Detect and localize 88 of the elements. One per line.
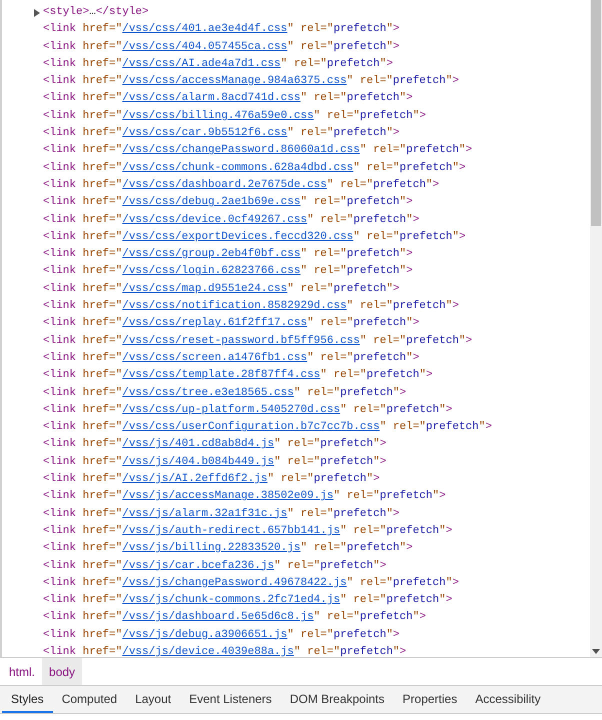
- code-line: <link href="/vss/css/car.9b5512f6.css" rel="prefetch">: [43, 126, 400, 142]
- link[interactable]: /vss/css/tree.e3e18565.css: [122, 386, 294, 399]
- code-line: <link href="/vss/css/up-platform.5405270d.css" rel="prefetch">: [43, 402, 452, 418]
- link[interactable]: /vss/css/accessManage.984a6375.css: [122, 75, 347, 88]
- code-line: <link href="/vss/css/screen.a1476fb1.css" rel="prefetch">: [43, 350, 420, 366]
- link[interactable]: /vss/css/401.ae3e4d4f.css: [122, 23, 288, 36]
- code-line: <link href="/vss/js/AI.2effd6f2.js" rel="prefetch">: [43, 472, 380, 488]
- code-line: <link href="/vss/js/dashboard.5e65d6c8.js" rel="prefetch">: [43, 610, 426, 626]
- link[interactable]: /vss/css/car.9b5512f6.css: [122, 127, 288, 140]
- code-line: <link href="/vss/js/alarm.32a1f31c.js" rel="prefetch">: [43, 506, 400, 522]
- scroll-down-icon[interactable]: [592, 649, 600, 654]
- code-line: <link href="/vss/js/accessManage.38502e09.js" rel="prefetch">: [43, 489, 446, 504]
- breadcrumb[interactable]: html.: [2, 658, 42, 685]
- code-line: <link href="/vss/js/404.b084b449.js" rel="prefetch">: [43, 454, 386, 470]
- link[interactable]: /vss/js/alarm.32a1f31c.js: [122, 508, 288, 520]
- link[interactable]: /vss/css/template.28f87ff4.css: [122, 369, 320, 382]
- code-line: <link href="/vss/css/404.057455ca.css" rel="prefetch">: [43, 40, 400, 55]
- code-line: <link href="/vss/css/dashboard.2e7675de.css" rel="prefetch">: [43, 178, 440, 193]
- expand-triangle-icon[interactable]: [34, 9, 40, 17]
- link[interactable]: /vss/js/debug.a3906651.js: [122, 628, 288, 641]
- code-line: <link href="/vss/css/401.ae3e4d4f.css" rel="prefetch">: [43, 22, 400, 38]
- link[interactable]: /vss/css/exportDevices.feccd320.css: [122, 230, 354, 243]
- tab[interactable]: Accessibility: [466, 686, 550, 713]
- code-line: <link href="/vss/js/debug.a3906651.js" rel="prefetch">: [43, 628, 400, 643]
- link[interactable]: /vss/js/404.b084b449.js: [122, 456, 274, 468]
- link[interactable]: /vss/js/401.cd8ab8d4.js: [122, 438, 274, 450]
- code-line: <link href="/vss/js/car.bcefa236.js" rel="prefetch">: [43, 558, 386, 574]
- code-line: <link href="/vss/css/debug.2ae1b69e.css" rel="prefetch">: [43, 195, 413, 210]
- tab[interactable]: DOM Breakpoints: [280, 686, 394, 713]
- code-line: <link href="/vss/css/chunk-commons.628a4dbd.css" rel="prefetch">: [43, 160, 466, 176]
- link[interactable]: /vss/css/alarm.8acd741d.css: [122, 92, 300, 104]
- code-line: <link href="/vss/css/changePassword.86060a1d.css" rel="prefetch">: [43, 143, 472, 158]
- link[interactable]: /vss/js/car.bcefa236.js: [122, 560, 274, 572]
- code-line: <link href="/vss/js/chunk-commons.2fc71ed4.js" rel="prefetch">: [43, 593, 452, 608]
- code-line: <link href="/vss/css/billing.476a59e0.css" rel="prefetch">: [43, 108, 426, 124]
- code-line: <link href="/vss/js/changePassword.49678422.js" rel="prefetch">: [43, 576, 459, 591]
- link[interactable]: /vss/css/notification.8582929d.css: [122, 300, 347, 312]
- link[interactable]: /vss/js/auth-redirect.657bb141.js: [122, 524, 340, 537]
- link[interactable]: /vss/css/debug.2ae1b69e.css: [122, 196, 300, 208]
- code-line: <link href="/vss/css/login.62823766.css" rel="prefetch">: [43, 264, 413, 280]
- code-line: <style>…</style>: [43, 5, 149, 20]
- link[interactable]: /vss/js/accessManage.38502e09.js: [122, 490, 334, 502]
- code-line: <link href="/vss/js/401.cd8ab8d4.js" rel="prefetch">: [43, 437, 386, 452]
- code-line: <link href="/vss/css/template.28f87ff4.css" rel="prefetch">: [43, 368, 433, 384]
- link[interactable]: /vss/css/replay.61f2ff17.css: [122, 317, 308, 330]
- link[interactable]: /vss/css/group.2eb4f0bf.css: [122, 248, 300, 260]
- code-line: <link href="/vss/css/device.0cf49267.css" rel="prefetch">: [43, 212, 420, 228]
- link[interactable]: /vss/js/AI.2effd6f2.js: [122, 473, 268, 486]
- link[interactable]: /vss/js/changePassword.49678422.js: [122, 576, 347, 589]
- link[interactable]: /vss/css/login.62823766.css: [122, 265, 300, 278]
- code-line: <link href="/vss/css/notification.8582929d.css" rel="prefetch">: [43, 299, 459, 314]
- link[interactable]: /vss/js/billing.22833520.js: [122, 542, 300, 554]
- link[interactable]: /vss/css/chunk-commons.628a4dbd.css: [122, 162, 354, 174]
- link[interactable]: /vss/css/AI.ade4a7d1.css: [122, 58, 281, 70]
- link[interactable]: /vss/js/device.4039e88a.js: [122, 646, 294, 657]
- code-line: <link href="/vss/css/accessManage.984a6375.css" rel="prefetch">: [43, 74, 459, 90]
- scrollbar[interactable]: [590, 0, 602, 657]
- link[interactable]: /vss/css/reset-password.bf5ff956.css: [122, 334, 360, 347]
- link[interactable]: /vss/css/screen.a1476fb1.css: [122, 352, 308, 364]
- link[interactable]: /vss/css/map.d9551e24.css: [122, 282, 288, 295]
- link[interactable]: /vss/css/dashboard.2e7675de.css: [122, 178, 327, 191]
- code-line: <link href="/vss/css/reset-password.bf5ff956.css" rel="prefetch">: [43, 334, 472, 349]
- link[interactable]: /vss/css/404.057455ca.css: [122, 40, 288, 53]
- code-line: <link href="/vss/css/exportDevices.feccd320.css" rel="prefetch">: [43, 230, 466, 245]
- code-line: <link href="/vss/css/tree.e3e18565.css" rel="prefetch">: [43, 386, 406, 401]
- link[interactable]: /vss/css/changePassword.86060a1d.css: [122, 144, 360, 156]
- code-line: <link href="/vss/css/map.d9551e24.css" rel="prefetch">: [43, 282, 400, 297]
- code-line: <link href="/vss/js/billing.22833520.js" rel="prefetch">: [43, 541, 413, 556]
- code-line: <link href="/vss/css/replay.61f2ff17.css" rel="prefetch">: [43, 316, 420, 332]
- code-line: <link href="/vss/css/alarm.8acd741d.css" rel="prefetch">: [43, 91, 413, 106]
- link[interactable]: /vss/js/chunk-commons.2fc71ed4.js: [122, 594, 340, 606]
- tab[interactable]: Properties: [394, 686, 466, 713]
- code-line: <link href="/vss/css/userConfiguration.b7c7cc7b.css" rel="prefetch">: [43, 420, 492, 436]
- tab[interactable]: Layout: [126, 686, 180, 713]
- tab[interactable]: Computed: [52, 686, 126, 713]
- breadcrumb[interactable]: body: [42, 658, 82, 685]
- link[interactable]: /vss/css/userConfiguration.b7c7cc7b.css: [122, 421, 380, 434]
- code-line: <link href="/vss/js/auth-redirect.657bb141.js" rel="prefetch">: [43, 524, 452, 539]
- tab[interactable]: Styles: [2, 686, 53, 713]
- link[interactable]: /vss/css/billing.476a59e0.css: [122, 110, 314, 122]
- link[interactable]: /vss/css/device.0cf49267.css: [122, 214, 308, 226]
- tab[interactable]: Event Listeners: [180, 686, 281, 713]
- code-line: <link href="/vss/js/device.4039e88a.js" rel="prefetch">: [43, 644, 406, 657]
- link[interactable]: /vss/js/dashboard.5e65d6c8.js: [122, 611, 314, 624]
- link[interactable]: /vss/css/up-platform.5405270d.css: [122, 404, 340, 416]
- scrollbar-thumb[interactable]: [591, 0, 601, 226]
- code-line: <link href="/vss/css/AI.ade4a7d1.css" rel="prefetch">: [43, 56, 393, 72]
- code-line: <link href="/vss/css/group.2eb4f0bf.css" rel="prefetch">: [43, 247, 413, 262]
